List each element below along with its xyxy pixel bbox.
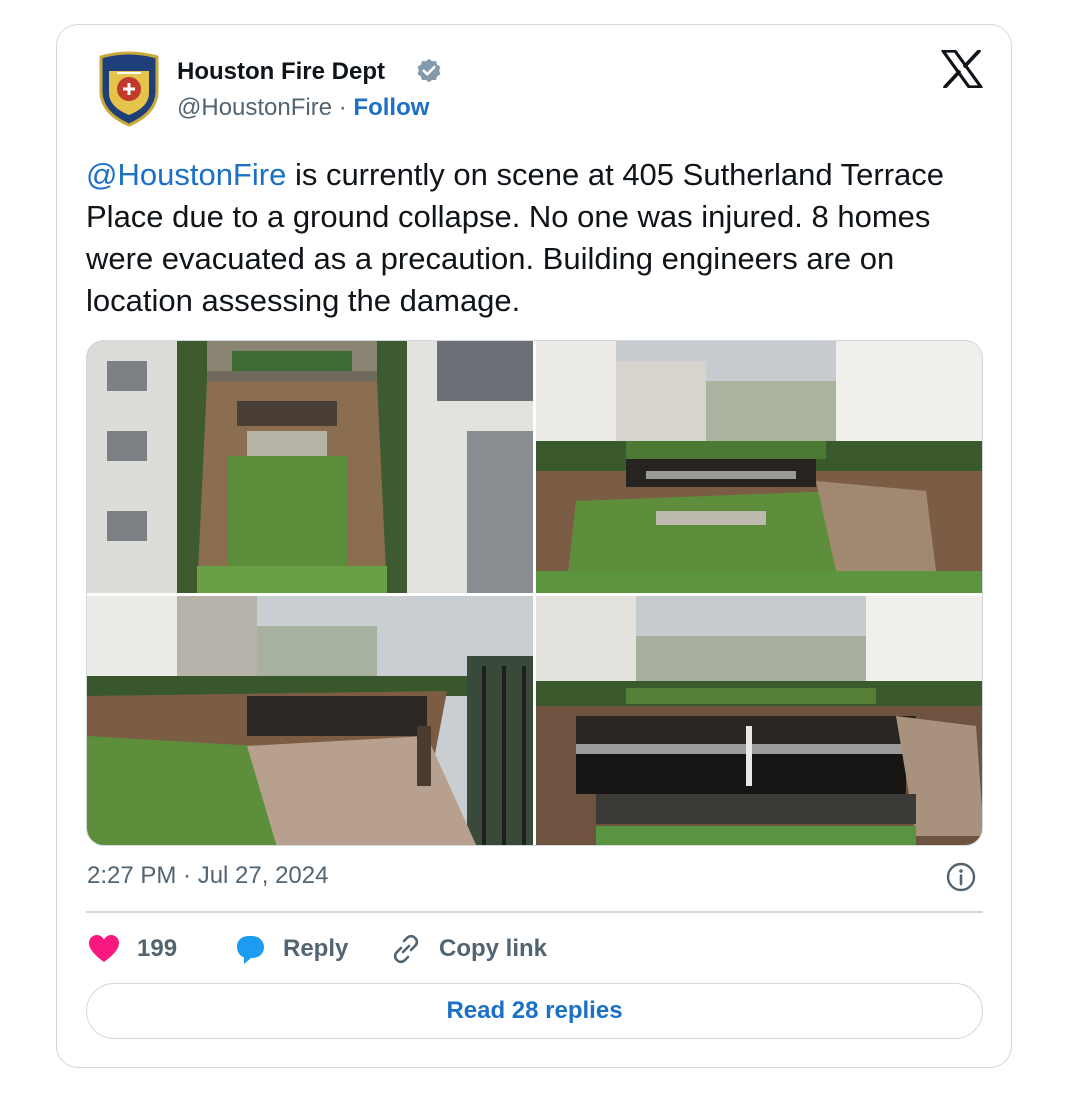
tweet-text: @HoustonFire is currently on scene at 40…: [86, 154, 991, 322]
tweet-embed-card: Houston Fire Dept @HoustonFire · Follow …: [56, 24, 1012, 1068]
media-photo-side[interactable]: [536, 341, 982, 593]
reply-bubble-icon: [237, 936, 264, 964]
reply-button[interactable]: Reply: [233, 929, 348, 969]
action-bar: 199 Reply Copy link: [87, 929, 687, 969]
divider: [86, 911, 983, 913]
media-photo-aerial[interactable]: [87, 341, 533, 593]
media-photo-walkway[interactable]: [87, 596, 533, 845]
media-photo-front[interactable]: [536, 596, 982, 845]
follow-link[interactable]: Follow: [353, 94, 429, 121]
reply-label: Reply: [283, 935, 349, 962]
like-count: 199: [137, 935, 178, 962]
tweet-timestamp[interactable]: 2:27 PM · Jul 27, 2024: [87, 862, 328, 890]
handle-separator: ·: [332, 94, 354, 121]
copy-link-button[interactable]: Copy link: [389, 929, 547, 969]
author-display-name[interactable]: Houston Fire Dept: [177, 58, 385, 86]
info-icon[interactable]: [945, 861, 977, 893]
author-handle[interactable]: @HoustonFire: [177, 94, 332, 121]
author-handle-row: @HoustonFire · Follow: [177, 94, 429, 122]
media-grid: [86, 340, 983, 846]
verified-badge-icon: [415, 57, 443, 85]
tweet-mention-link[interactable]: @HoustonFire: [86, 157, 286, 192]
like-button[interactable]: 199: [87, 929, 177, 969]
read-replies-button[interactable]: Read 28 replies: [86, 983, 983, 1039]
copy-link-label: Copy link: [439, 935, 548, 962]
heart-icon: [89, 935, 119, 962]
fire-dept-logo-icon[interactable]: [95, 51, 163, 127]
link-icon: [393, 934, 419, 964]
x-logo-icon[interactable]: [941, 49, 983, 89]
